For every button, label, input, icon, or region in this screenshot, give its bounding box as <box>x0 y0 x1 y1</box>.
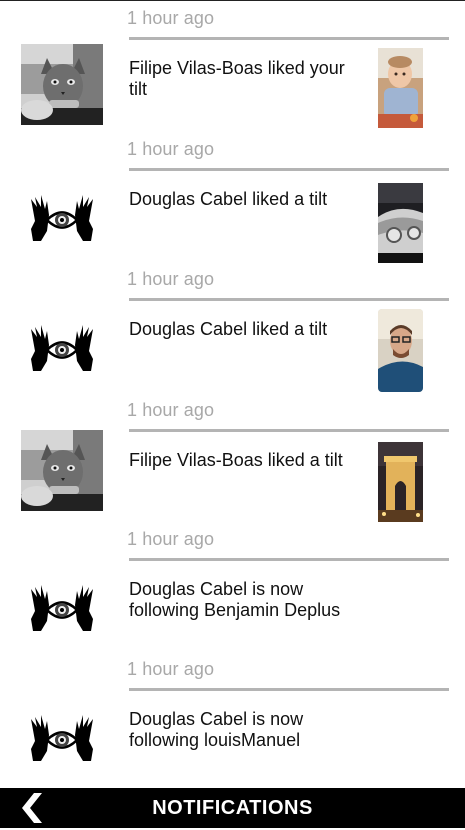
notification-item[interactable]: 1 hour ago Douglas Cabel liked a tilt <box>0 261 465 392</box>
notification-item[interactable]: 1 hour ago Douglas Cabel is now followin… <box>0 521 465 651</box>
notification-divider <box>129 558 449 561</box>
notification-item[interactable]: 1 hour ago Douglas Cabel liked a tilt <box>0 131 465 263</box>
notification-text: Douglas Cabel liked a tilt <box>129 189 328 209</box>
notification-divider <box>129 298 449 301</box>
baby-photo-thumbnail[interactable] <box>378 48 423 128</box>
notification-divider <box>129 688 449 691</box>
notification-time: 1 hour ago <box>127 529 215 549</box>
bottom-title-bar: NOTIFICATIONS <box>0 788 465 828</box>
notification-time: 1 hour ago <box>127 659 215 679</box>
notification-list: 1 hour ago Filipe Vilas-Boas liked your … <box>0 0 465 788</box>
eye-hands-logo-avatar[interactable] <box>21 695 103 776</box>
notification-divider <box>129 429 449 432</box>
page-title: NOTIFICATIONS <box>152 797 313 819</box>
notification-time: 1 hour ago <box>127 400 215 420</box>
eye-hands-logo-avatar[interactable] <box>21 175 103 256</box>
notification-time: 1 hour ago <box>127 139 215 159</box>
eye-hands-logo-avatar[interactable] <box>21 305 103 386</box>
chevron-left-icon <box>22 793 42 823</box>
notification-time: 1 hour ago <box>127 8 215 28</box>
arc-de-triomphe-night-photo-thumbnail[interactable] <box>378 442 423 522</box>
cat-photo-avatar[interactable] <box>21 430 103 511</box>
man-with-glasses-photo-thumbnail[interactable] <box>378 309 423 392</box>
notification-divider <box>129 168 449 171</box>
notification-item[interactable]: 1 hour ago Filipe Vilas-Boas lik <box>0 0 465 130</box>
back-button[interactable] <box>14 791 48 825</box>
eye-hands-logo-avatar[interactable] <box>21 565 103 646</box>
notification-text: Douglas Cabel liked a tilt <box>129 319 328 339</box>
car-photo-thumbnail[interactable] <box>378 183 423 263</box>
notification-text: Filipe Vilas-Boas liked your tilt <box>129 58 345 99</box>
notification-divider <box>129 37 449 40</box>
notification-text: Filipe Vilas-Boas liked a tilt <box>129 450 343 470</box>
notification-text: Douglas Cabel is now following Benjamin … <box>129 579 341 620</box>
notification-item[interactable]: 1 hour ago Douglas Cabel is now followin… <box>0 651 465 781</box>
notification-item[interactable]: 1 hour ago Filipe Vilas-Boas lik <box>0 392 465 522</box>
notification-text: Douglas Cabel is now following louisManu… <box>129 709 304 750</box>
notification-time: 1 hour ago <box>127 269 215 289</box>
cat-photo-avatar[interactable] <box>21 44 103 125</box>
